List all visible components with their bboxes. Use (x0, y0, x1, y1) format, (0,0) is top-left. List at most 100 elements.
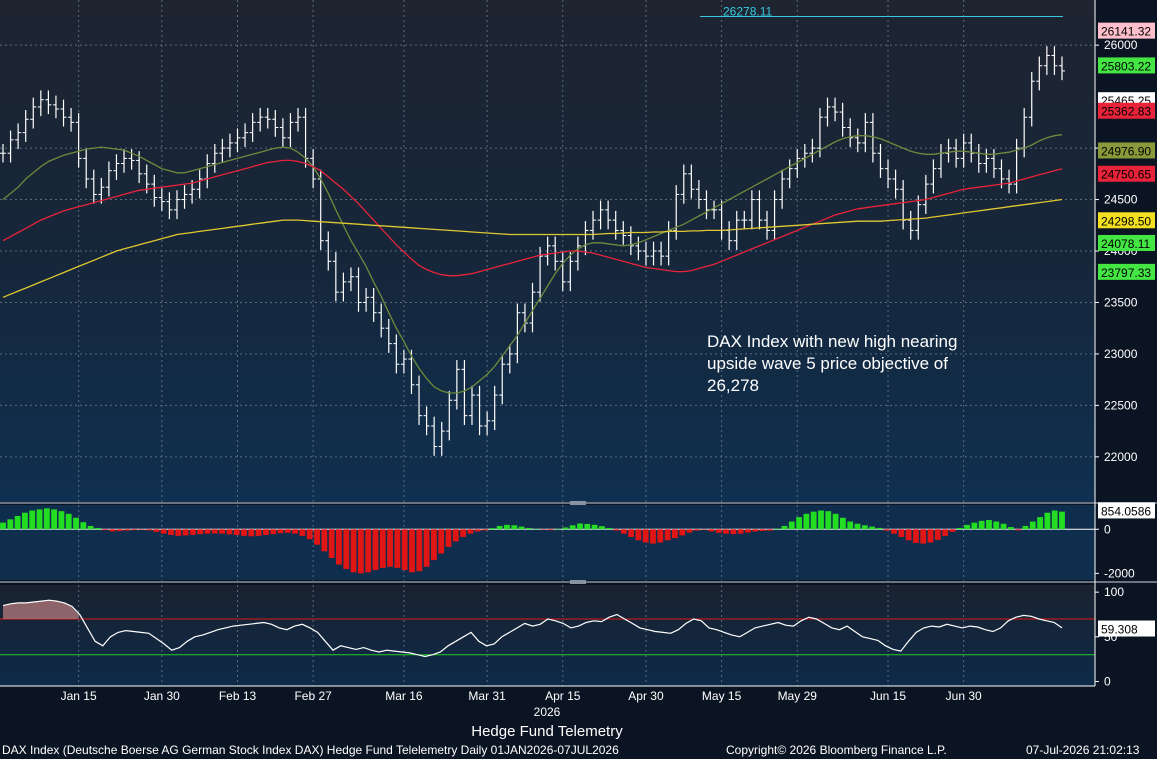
histogram-bar (591, 524, 598, 530)
x-axis-year-label: 2026 (534, 705, 561, 719)
histogram-bar (467, 529, 474, 534)
histogram-bar (664, 529, 671, 541)
histogram-bar (0, 522, 6, 530)
histogram-bar (701, 529, 708, 530)
histogram-bar (905, 529, 912, 541)
histogram-bar (328, 529, 335, 558)
histogram-bar (745, 529, 751, 533)
histogram-bar (1044, 512, 1051, 530)
histogram-bar (336, 529, 342, 565)
histogram-bar (423, 529, 430, 567)
histogram-bar (766, 529, 773, 531)
histogram-bar (533, 528, 540, 530)
histogram-bar (730, 529, 737, 535)
histogram-bar (723, 529, 729, 534)
histogram-bar (511, 525, 518, 530)
histogram-bar (22, 512, 28, 530)
histogram-bar (956, 527, 963, 530)
histogram-bar (416, 529, 423, 572)
histogram-bar (109, 529, 116, 532)
rsi-last-value-label: 59.308 (1101, 623, 1138, 637)
histogram-bar (584, 523, 591, 530)
x-tick-label: Jun 15 (870, 689, 906, 703)
histogram-bar (1000, 523, 1007, 530)
histogram-bar (409, 529, 415, 573)
histogram-bar (138, 529, 145, 530)
price-tag-label: 24976.90 (1101, 144, 1151, 158)
histogram-bar (708, 529, 715, 532)
histogram-bar (839, 517, 846, 530)
histogram-bar (241, 529, 247, 536)
histogram-bar (357, 529, 364, 574)
histogram-bar (277, 529, 284, 534)
histogram-bar (679, 529, 686, 536)
histogram-bar (474, 529, 481, 532)
histogram-bar (978, 520, 985, 530)
histogram-bar (87, 525, 94, 530)
histogram-bar (818, 510, 824, 530)
histogram-bar (248, 529, 255, 537)
histogram-bar (496, 525, 503, 530)
histogram-bar (452, 529, 459, 542)
histogram-bar (635, 529, 642, 541)
histogram-bar (504, 524, 510, 530)
x-tick-label: May 29 (778, 689, 818, 703)
histogram-bar (1059, 511, 1065, 530)
histogram-bar (964, 524, 970, 530)
histogram-bar (686, 529, 693, 533)
histogram-bar (788, 521, 795, 530)
histogram-bar (65, 513, 72, 530)
price-tag-label: 23797.33 (1101, 266, 1151, 280)
histogram-bar (927, 529, 934, 543)
histogram-bar (7, 519, 14, 530)
price-tag-label: 24298.50 (1101, 214, 1151, 228)
histogram-bar (949, 529, 956, 532)
histogram-bar (153, 529, 160, 532)
histogram-bar (306, 529, 313, 540)
x-axis-series-label: Hedge Fund Telemetry (471, 723, 623, 740)
rsi-panel-bg (0, 585, 1095, 686)
histogram-bar (883, 529, 890, 531)
histogram-bar (518, 526, 525, 530)
histogram-bar (387, 529, 393, 567)
histogram-bar (489, 528, 496, 530)
x-tick-label: Jun 30 (946, 689, 982, 703)
histogram-bar (270, 529, 277, 535)
histogram-bar (292, 529, 299, 534)
histogram-bar (460, 529, 467, 537)
hist-last-value-label: 854.0586 (1101, 504, 1151, 518)
hist-y-tick-label: 0 (1104, 522, 1111, 536)
histogram-bar (43, 508, 50, 530)
histogram-bar (562, 527, 569, 530)
histogram-bar (781, 525, 788, 530)
histogram-bar (131, 529, 138, 531)
histogram-bar (759, 529, 766, 532)
histogram-bar (876, 527, 883, 530)
histogram-bar (934, 529, 941, 540)
histogram-bar (752, 529, 759, 532)
histogram-bar (525, 527, 532, 530)
y-tick-label: 22000 (1104, 450, 1138, 464)
histogram-bar (343, 529, 350, 569)
histogram-bar (540, 529, 547, 530)
histogram-bar (379, 529, 386, 568)
histogram-bar (116, 529, 123, 532)
histogram-bar (438, 529, 445, 554)
histogram-bar (869, 526, 876, 530)
histogram-bar (672, 529, 678, 539)
histogram-bar (124, 529, 131, 531)
histogram-bar (577, 523, 583, 530)
histogram-bar (233, 529, 240, 535)
histogram-bar (657, 529, 664, 543)
histogram-bar (971, 522, 978, 530)
histogram-bar (1022, 525, 1029, 530)
histogram-bar (832, 513, 839, 530)
histogram-bar (993, 521, 1000, 530)
histogram-bar (175, 529, 182, 536)
histogram-bar (774, 528, 781, 530)
y-tick-label: 22500 (1104, 398, 1138, 412)
x-tick-label: Jan 15 (61, 689, 97, 703)
x-tick-label: May 15 (702, 689, 742, 703)
histogram-bar (431, 529, 437, 561)
histogram-bar (803, 513, 810, 530)
